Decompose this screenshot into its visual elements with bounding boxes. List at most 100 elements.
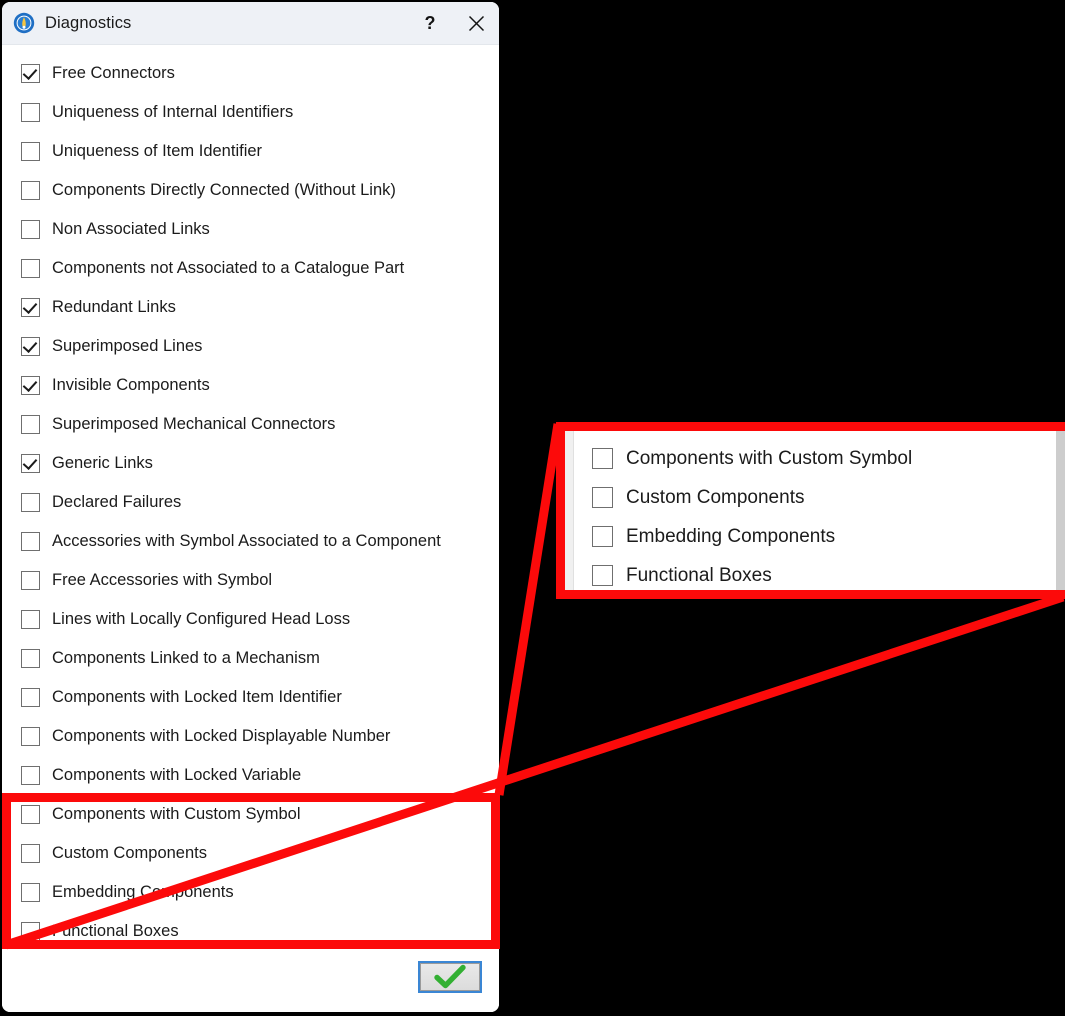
checkbox-row[interactable]: Invisible Components	[2, 366, 499, 405]
checkbox-unchecked[interactable]	[592, 526, 613, 547]
callout-connector-top	[494, 423, 563, 796]
checkbox-label: Custom Components	[626, 486, 805, 508]
checkbox-label: Redundant Links	[52, 298, 176, 316]
checkbox-label: Uniqueness of Internal Identifiers	[52, 103, 294, 121]
dialog-titlebar: Diagnostics ?	[2, 2, 499, 45]
dialog-footer	[2, 947, 499, 1012]
checkbox-row[interactable]: Accessories with Symbol Associated to a …	[2, 522, 499, 561]
checkbox-row[interactable]: Lines with Locally Configured Head Loss	[2, 600, 499, 639]
checkbox-label: Generic Links	[52, 454, 153, 472]
checkbox-row[interactable]: Superimposed Lines	[2, 327, 499, 366]
checkbox-label: Functional Boxes	[626, 564, 772, 586]
checkbox-label: Superimposed Mechanical Connectors	[52, 415, 336, 433]
checkbox-row[interactable]: Components with Locked Item Identifier	[2, 678, 499, 717]
checkbox-label: Components with Custom Symbol	[626, 447, 913, 469]
checkbox-row[interactable]: Components with Locked Variable	[2, 756, 499, 795]
checkmark-icon	[434, 964, 466, 989]
ok-button[interactable]	[418, 961, 482, 993]
checkbox-unchecked[interactable]	[21, 883, 40, 902]
checkbox-checked[interactable]	[21, 64, 40, 83]
checkbox-label: Superimposed Lines	[52, 337, 203, 355]
checkbox-label: Components with Locked Item Identifier	[52, 688, 342, 706]
checkbox-checked[interactable]	[21, 337, 40, 356]
checkbox-label: Non Associated Links	[52, 220, 210, 238]
checkbox-row[interactable]: Embedding Components	[2, 873, 499, 912]
checkbox-label: Components with Locked Displayable Numbe…	[52, 727, 391, 745]
zoom-callout-panel: Components with Custom Symbol Custom Comp…	[556, 422, 1065, 599]
checkbox-row[interactable]: Functional Boxes	[574, 556, 1065, 590]
checkbox-unchecked[interactable]	[21, 688, 40, 707]
checkbox-unchecked[interactable]	[21, 220, 40, 239]
checkbox-row[interactable]: Free Connectors	[2, 54, 499, 93]
checkbox-label: Components not Associated to a Catalogue…	[52, 259, 405, 277]
checkbox-unchecked[interactable]	[21, 142, 40, 161]
checkbox-checked[interactable]	[21, 298, 40, 317]
checkbox-label: Free Connectors	[52, 64, 175, 82]
checkbox-row[interactable]: Declared Failures	[2, 483, 499, 522]
checkbox-unchecked[interactable]	[592, 487, 613, 508]
checkbox-row[interactable]: Embedding Components	[574, 517, 1065, 556]
checkbox-row[interactable]: Generic Links	[2, 444, 499, 483]
callout-scrollbar[interactable]	[1056, 431, 1065, 590]
checkbox-row[interactable]: Custom Components	[2, 834, 499, 873]
checkbox-row[interactable]: Components not Associated to a Catalogue…	[2, 249, 499, 288]
checkbox-label: Free Accessories with Symbol	[52, 571, 273, 589]
checkbox-row[interactable]: Uniqueness of Internal Identifiers	[2, 93, 499, 132]
checkbox-row[interactable]: Components Linked to a Mechanism	[2, 639, 499, 678]
checkbox-label: Components Linked to a Mechanism	[52, 649, 320, 667]
checkbox-row[interactable]: Uniqueness of Item Identifier	[2, 132, 499, 171]
checkbox-unchecked[interactable]	[21, 649, 40, 668]
checkbox-row[interactable]: Custom Components	[574, 478, 1065, 517]
checkbox-label: Embedding Components	[626, 525, 836, 547]
checkbox-checked[interactable]	[21, 454, 40, 473]
zoom-callout-content: Components with Custom Symbol Custom Comp…	[565, 431, 1065, 590]
ok-button-face	[420, 963, 480, 991]
checkbox-unchecked[interactable]	[592, 448, 613, 469]
diagnostics-dialog: Diagnostics ? Free Connectors Uniqueness …	[2, 2, 499, 1012]
checkbox-label: Components Directly Connected (Without L…	[52, 181, 396, 199]
checkbox-label: Custom Components	[52, 844, 207, 862]
checkbox-row[interactable]: Components with Custom Symbol	[574, 439, 1065, 478]
checkbox-unchecked[interactable]	[21, 805, 40, 824]
checkbox-row[interactable]: Redundant Links	[2, 288, 499, 327]
checkbox-unchecked[interactable]	[21, 922, 40, 941]
checkbox-row[interactable]: Functional Boxes	[2, 912, 499, 947]
checkbox-label: Declared Failures	[52, 493, 182, 511]
checkbox-row[interactable]: Free Accessories with Symbol	[2, 561, 499, 600]
checkbox-row[interactable]: Components with Custom Symbol	[2, 795, 499, 834]
checkbox-unchecked[interactable]	[21, 181, 40, 200]
checkbox-row[interactable]: Superimposed Mechanical Connectors	[2, 405, 499, 444]
checkbox-unchecked[interactable]	[21, 610, 40, 629]
callout-left-gutter	[565, 431, 574, 590]
close-button[interactable]	[453, 2, 499, 44]
screen: Diagnostics ? Free Connectors Uniqueness …	[0, 0, 1065, 1016]
checkbox-label: Uniqueness of Item Identifier	[52, 142, 263, 160]
checkbox-unchecked[interactable]	[592, 565, 613, 586]
dialog-title: Diagnostics	[45, 13, 132, 32]
checkbox-row[interactable]: Components Directly Connected (Without L…	[2, 171, 499, 210]
checkbox-label: Components with Locked Variable	[52, 766, 302, 784]
checkbox-unchecked[interactable]	[21, 571, 40, 590]
checkbox-unchecked[interactable]	[21, 766, 40, 785]
checkbox-unchecked[interactable]	[21, 532, 40, 551]
checkbox-unchecked[interactable]	[21, 103, 40, 122]
diagnostics-app-icon	[13, 12, 35, 34]
checkbox-row[interactable]: Non Associated Links	[2, 210, 499, 249]
checkbox-unchecked[interactable]	[21, 415, 40, 434]
help-button[interactable]: ?	[407, 2, 453, 44]
checkbox-label: Lines with Locally Configured Head Loss	[52, 610, 351, 628]
checkbox-unchecked[interactable]	[21, 493, 40, 512]
diagnostics-checkbox-list[interactable]: Free Connectors Uniqueness of Internal Id…	[2, 45, 499, 947]
checkbox-label: Functional Boxes	[52, 922, 179, 940]
close-icon	[468, 15, 484, 31]
checkbox-label: Accessories with Symbol Associated to a …	[52, 532, 441, 550]
checkbox-label: Invisible Components	[52, 376, 210, 394]
checkbox-unchecked[interactable]	[21, 727, 40, 746]
checkbox-unchecked[interactable]	[21, 844, 40, 863]
checkbox-checked[interactable]	[21, 376, 40, 395]
checkbox-row[interactable]: Components with Locked Displayable Numbe…	[2, 717, 499, 756]
checkbox-unchecked[interactable]	[21, 259, 40, 278]
callout-checkbox-list[interactable]: Components with Custom Symbol Custom Comp…	[574, 431, 1065, 590]
checkbox-label: Embedding Components	[52, 883, 234, 901]
checkbox-label: Components with Custom Symbol	[52, 805, 301, 823]
